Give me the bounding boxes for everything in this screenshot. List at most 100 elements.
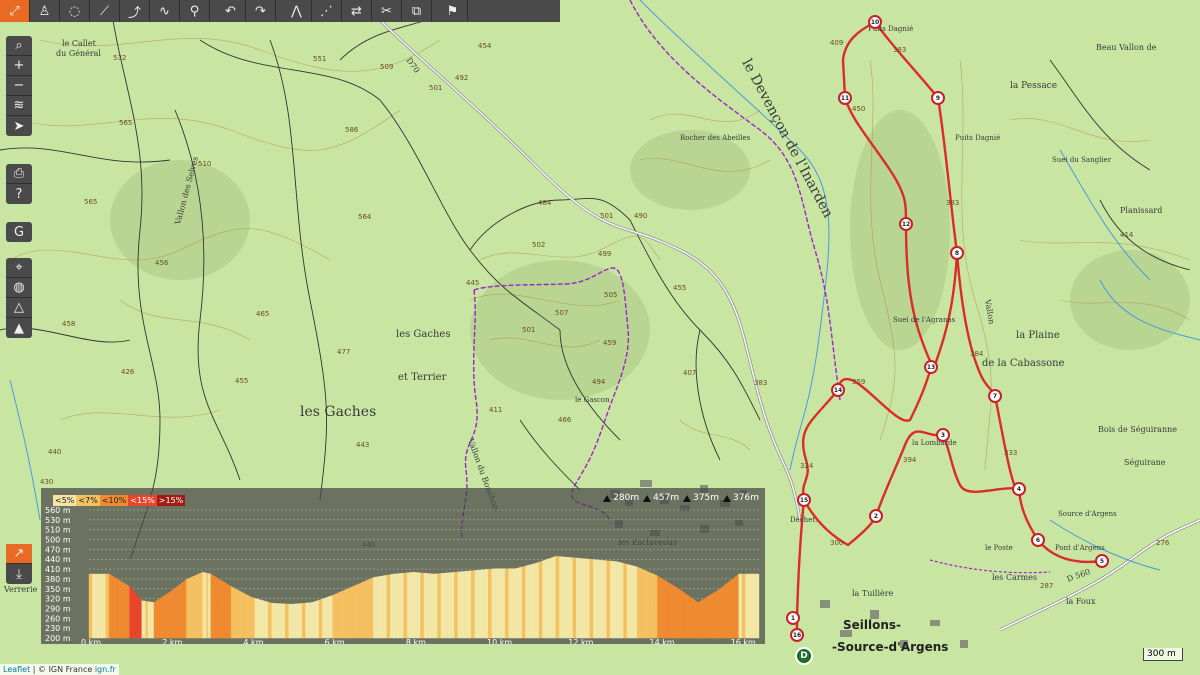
profile-segment — [339, 590, 343, 639]
leaflet-link[interactable]: Leaflet — [3, 665, 30, 674]
bike-icon[interactable]: ⚲ — [180, 0, 210, 22]
profile-segment — [592, 559, 597, 639]
waypoint-marker[interactable]: 5 — [1095, 554, 1109, 568]
profile-segment — [115, 577, 120, 639]
x-tick-label: 0 km — [81, 638, 101, 644]
profile-segment — [609, 560, 614, 639]
profile-segment — [549, 557, 553, 639]
route-icon[interactable]: ⤴ — [120, 0, 150, 22]
profile-segment — [535, 561, 540, 639]
waypoint-marker[interactable]: 11 — [838, 91, 852, 105]
ign-link[interactable]: ign.fr — [95, 665, 116, 674]
place-label: le Callet — [62, 39, 97, 48]
crosshair-icon[interactable]: ⌖ — [6, 258, 32, 278]
waypoint-marker[interactable]: 13 — [924, 360, 938, 374]
profile-segment — [312, 600, 316, 639]
profile-segment — [724, 581, 729, 639]
profile-segment — [241, 591, 245, 639]
download-icon[interactable]: ⤓ — [6, 564, 32, 584]
elevation-label: 564 — [358, 213, 372, 221]
waypoint-marker[interactable]: 6 — [1031, 533, 1045, 547]
profile-segment — [579, 558, 584, 639]
reverse-icon[interactable]: ⇄ — [342, 0, 372, 22]
waypoint-marker[interactable]: 16 — [790, 628, 804, 642]
zoom-out-icon[interactable]: − — [6, 76, 32, 96]
side-control-group: ⌕ + − ≋ ➤ — [6, 36, 32, 136]
profile-segment — [633, 565, 638, 639]
join-icon[interactable]: ⋰ — [312, 0, 342, 22]
waypoint-marker[interactable]: 14 — [831, 383, 845, 397]
waypoint-marker[interactable]: 9 — [931, 91, 945, 105]
y-tick-label: 470 m — [45, 545, 71, 554]
elevation-label: 455 — [235, 377, 248, 385]
profile-segment — [188, 576, 193, 639]
layers-icon[interactable]: ≋ — [6, 96, 32, 116]
undo-icon[interactable]: ↶ — [216, 0, 246, 22]
profile-segment — [433, 573, 438, 639]
place-label: de la Cabassone — [982, 358, 1065, 369]
waypoint-marker[interactable]: 8 — [950, 246, 964, 260]
globe-icon[interactable]: ◍ — [6, 278, 32, 298]
hide-icon[interactable]: ◌ — [60, 0, 90, 22]
profile-segment — [126, 584, 130, 639]
profile-segment — [161, 594, 165, 639]
profile-segment — [582, 558, 587, 639]
elevation-label: 499 — [598, 250, 611, 258]
profile-segment — [214, 575, 218, 639]
waypoint-marker[interactable]: 12 — [899, 217, 913, 231]
marker-icon[interactable]: ⚑ — [438, 0, 468, 22]
profile-segment — [569, 557, 574, 639]
elevation-label: 287 — [1040, 582, 1053, 590]
profile-segment — [430, 573, 435, 639]
waypoint-marker[interactable]: 3 — [936, 428, 950, 442]
mountain-pass-icon[interactable]: ▲ — [6, 318, 32, 338]
profile-segment — [440, 572, 445, 639]
x-tick-label: 4 km — [243, 638, 263, 644]
hiker-icon[interactable]: ♙ — [30, 0, 60, 22]
draw-line-icon[interactable]: ⟋ — [90, 0, 120, 22]
elevation-label: 383 — [754, 379, 767, 387]
profile-segment — [183, 578, 187, 639]
locate-arrow-icon[interactable]: ➤ — [6, 116, 32, 136]
profile-segment — [680, 590, 685, 639]
trail-icon[interactable]: ∿ — [150, 0, 180, 22]
profile-segment — [261, 599, 266, 639]
search-icon[interactable]: ⌕ — [6, 36, 32, 56]
elevation-chart-icon[interactable]: ↗ — [6, 544, 32, 564]
profile-segment — [325, 596, 330, 639]
profile-segment — [112, 575, 117, 639]
profile-segment — [735, 573, 739, 639]
profile-segment — [194, 574, 198, 639]
waypoint-marker[interactable]: 2 — [869, 509, 883, 523]
start-marker[interactable]: D — [795, 647, 813, 665]
cut-icon[interactable]: ✂ — [372, 0, 402, 22]
split-icon[interactable]: ⋀ — [282, 0, 312, 22]
profile-segment — [251, 596, 256, 639]
profile-segment — [481, 569, 486, 639]
redo-icon[interactable]: ↷ — [246, 0, 276, 22]
profile-segment — [359, 581, 364, 639]
waypoint-marker[interactable]: 7 — [988, 389, 1002, 403]
profile-segment — [620, 562, 624, 639]
elevation-chart[interactable]: 560 m530 m510 m500 m470 m440 m410 m380 m… — [41, 488, 765, 644]
profile-segment — [630, 564, 634, 639]
fullscreen-icon[interactable]: ⤢ — [0, 0, 30, 22]
profile-segment — [450, 572, 455, 639]
profile-segment — [657, 575, 662, 639]
google-icon[interactable]: G — [6, 222, 32, 242]
profile-segment — [167, 591, 171, 639]
mountain-icon[interactable]: △ — [6, 298, 32, 318]
waypoint-marker[interactable]: 15 — [797, 493, 811, 507]
waypoint-marker[interactable]: 1 — [786, 611, 800, 625]
copy-icon[interactable]: ⧉ — [402, 0, 432, 22]
help-icon[interactable]: ? — [6, 184, 32, 204]
elevation-profile-panel[interactable]: <5% <7% <10% <15% >15% 280m 457m 375m 376m 560 … — [41, 488, 765, 644]
waypoint-marker[interactable]: 4 — [1012, 482, 1026, 496]
print-icon[interactable]: ⎙ — [6, 164, 32, 184]
profile-segment — [186, 577, 190, 639]
profile-segment — [135, 593, 138, 639]
waypoint-marker[interactable]: 10 — [868, 15, 882, 29]
zoom-in-icon[interactable]: + — [6, 56, 32, 76]
profile-segment — [427, 573, 431, 639]
profile-segment — [88, 573, 93, 639]
